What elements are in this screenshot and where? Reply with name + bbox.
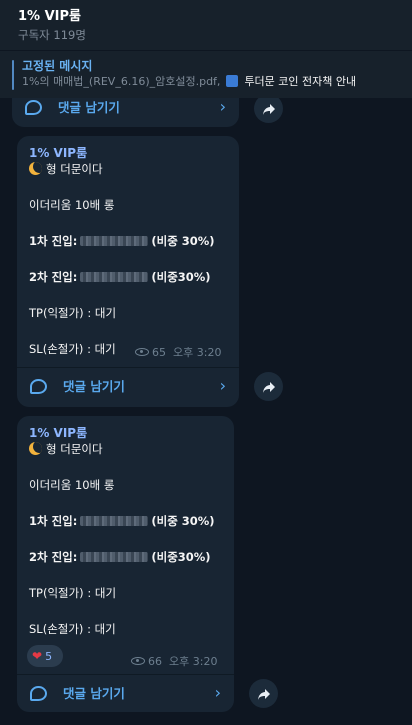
crescent-moon-icon — [29, 162, 42, 175]
chevron-right-icon: › — [219, 376, 226, 395]
comments-label: 댓글 남기기 — [58, 100, 120, 115]
channel-post[interactable]: 1% VIP룸 형 더문이다 이더리움 10배 롱 1차 진입: (비중 30%)… — [17, 416, 234, 712]
channel-post[interactable]: 1% VIP룸 형 더문이다 이더리움 10배 롱 1차 진입: (비중 30%)… — [17, 136, 239, 407]
post-greeting: 형 더문이다 — [29, 161, 103, 177]
subscriber-count: 구독자 119명 — [18, 28, 86, 42]
post-time: 오후 3:20 — [173, 346, 222, 359]
message-feed[interactable]: 댓글 남기기 › 1% VIP룸 형 더문이다 이더리움 10배 롱 1차 진입… — [0, 98, 412, 725]
post-entry-1: 1차 진입: (비중 30%) — [29, 514, 215, 528]
share-icon — [262, 103, 275, 115]
post-tp: TP(익절가) : 대기 — [29, 306, 117, 320]
post-greeting: 형 더문이다 — [29, 441, 103, 457]
eye-icon — [135, 348, 149, 356]
comments-label: 댓글 남기기 — [63, 379, 125, 394]
post-author[interactable]: 1% VIP룸 — [29, 145, 87, 161]
view-count: 65 — [152, 346, 166, 359]
post-coin: 이더리움 10배 롱 — [29, 478, 115, 492]
post-meta: 65 오후 3:20 — [135, 346, 221, 360]
share-button[interactable] — [249, 679, 278, 708]
pinned-file-name: 1%의 매매법_(REV_6.16)_암호설정.pdf, — [22, 75, 221, 88]
share-button[interactable] — [254, 98, 283, 123]
post-tp: TP(익절가) : 대기 — [29, 586, 117, 600]
post-entry-1: 1차 진입: (비중 30%) — [29, 234, 215, 248]
book-icon — [225, 75, 238, 87]
chevron-right-icon: › — [214, 683, 221, 702]
share-icon — [262, 381, 275, 393]
chevron-right-icon: › — [219, 98, 226, 116]
pinned-ebook-text: 투더문 코인 전자책 안내 — [244, 75, 357, 88]
post-entry-2: 2차 진입: (비중30%) — [29, 550, 211, 564]
reaction-count: 5 — [45, 650, 53, 663]
previous-post: 댓글 남기기 › — [12, 98, 239, 127]
post-time: 오후 3:20 — [169, 655, 218, 668]
post-author[interactable]: 1% VIP룸 — [29, 425, 87, 441]
blurred-price — [80, 552, 149, 562]
channel-title: 1% VIP룸 — [18, 9, 81, 24]
reaction-chip[interactable]: ❤ 5 — [27, 645, 63, 667]
blurred-price — [80, 516, 149, 526]
comments-button[interactable]: 댓글 남기기 › — [17, 674, 234, 712]
blurred-price — [80, 236, 149, 246]
pinned-title: 고정된 메시지 — [22, 59, 93, 73]
eye-icon — [131, 657, 145, 665]
pinned-text: 1%의 매매법_(REV_6.16)_암호설정.pdf, 투더문 코인 전자책 … — [22, 74, 400, 90]
comments-label: 댓글 남기기 — [63, 686, 125, 701]
post-coin: 이더리움 10배 롱 — [29, 198, 115, 212]
blurred-price — [80, 272, 149, 282]
post-sl: SL(손절가) : 대기 — [29, 622, 116, 636]
view-count: 66 — [148, 655, 162, 668]
pinned-message[interactable]: 고정된 메시지 1%의 매매법_(REV_6.16)_암호설정.pdf, 투더문… — [0, 50, 412, 98]
comment-icon — [25, 100, 42, 115]
post-meta: 66 오후 3:20 — [131, 655, 217, 669]
share-button[interactable] — [254, 372, 283, 401]
post-entry-2: 2차 진입: (비중30%) — [29, 270, 211, 284]
channel-header[interactable]: 1% VIP룸 구독자 119명 — [0, 0, 412, 50]
comment-icon — [30, 379, 47, 394]
pinned-indicator — [12, 60, 14, 90]
crescent-moon-icon — [29, 442, 42, 455]
comment-icon — [30, 686, 47, 701]
post-sl: SL(손절가) : 대기 — [29, 342, 116, 356]
share-icon — [257, 688, 270, 700]
comments-button[interactable]: 댓글 남기기 › — [17, 367, 239, 405]
heart-icon: ❤ — [32, 649, 43, 663]
comments-button[interactable]: 댓글 남기기 › — [12, 98, 239, 127]
